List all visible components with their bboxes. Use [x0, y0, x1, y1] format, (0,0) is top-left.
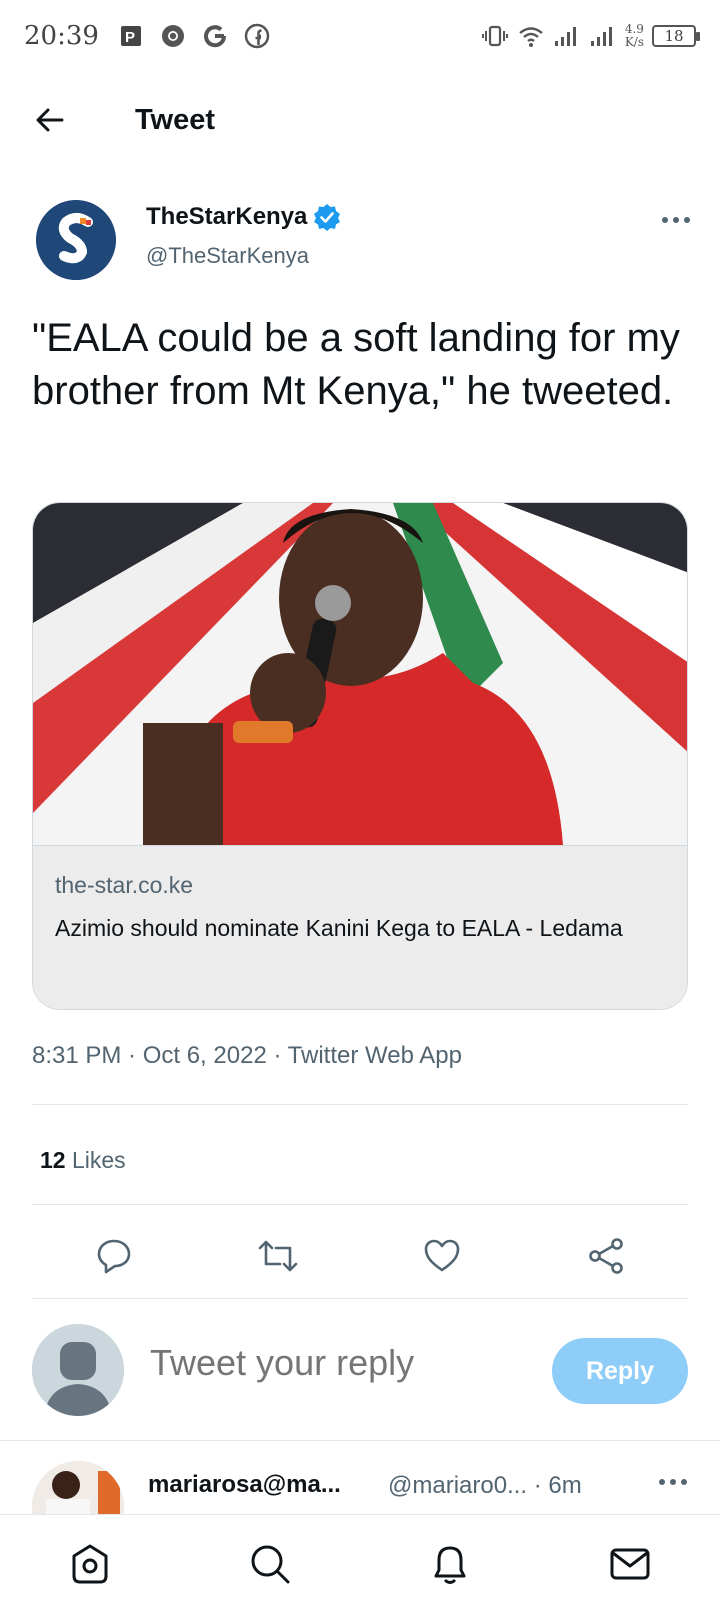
status-time: 20:39 — [24, 21, 99, 51]
author-handle[interactable]: @TheStarKenya — [146, 243, 309, 269]
messages-icon — [610, 1548, 650, 1579]
signal-icon — [553, 22, 581, 50]
network-speed-unit: K/s — [624, 35, 644, 49]
svg-text:P: P — [125, 29, 135, 46]
link-preview-card[interactable]: the-star.co.ke Azimio should nominate Ka… — [32, 502, 688, 1010]
bottom-navigation — [0, 1514, 720, 1612]
signal-icon — [589, 22, 617, 50]
like-icon — [424, 1239, 460, 1272]
share-button[interactable] — [576, 1228, 636, 1284]
avatar[interactable] — [32, 1324, 124, 1416]
vibrate-icon — [481, 22, 509, 50]
author-name-text: TheStarKenya — [146, 203, 308, 230]
card-image — [33, 503, 687, 845]
facebook-icon — [243, 22, 271, 50]
battery-icon: 18 — [652, 25, 700, 47]
likes-count: 12 — [40, 1147, 66, 1173]
nav-search[interactable] — [240, 1534, 300, 1594]
tweet-author: TheStarKenya @TheStarKenya — [36, 195, 696, 285]
verified-badge-icon — [314, 204, 341, 231]
likes-stat[interactable]: 12 Likes — [40, 1147, 126, 1174]
retweet-icon — [258, 1240, 298, 1272]
author-name[interactable]: TheStarKenya — [146, 203, 341, 231]
reply-handle-text: @mariaro0... — [388, 1472, 528, 1499]
tweet-timestamp: 8:31 PM · Oct 6, 2022 · Twitter Web App — [32, 1042, 462, 1069]
arrow-left-icon — [36, 108, 64, 132]
status-right-icons: 4.9 K/s 18 — [481, 22, 700, 50]
retweet-button[interactable] — [248, 1228, 308, 1284]
battery-level: 18 — [664, 27, 684, 45]
card-meta: the-star.co.ke Azimio should nominate Ka… — [33, 845, 687, 1009]
tweet-actions — [32, 1228, 688, 1284]
home-icon — [72, 1544, 108, 1583]
divider — [32, 1104, 688, 1105]
reply-time: · 6m — [533, 1472, 582, 1499]
more-horizontal-icon — [659, 1479, 687, 1485]
nav-notifications[interactable] — [420, 1534, 480, 1594]
reply-author-name: mariarosa@ma... — [148, 1471, 341, 1498]
app-header: Tweet — [0, 90, 720, 150]
parking-icon: P — [117, 22, 145, 50]
network-speed: 4.9 K/s — [625, 23, 644, 49]
divider — [32, 1204, 688, 1205]
search-icon — [251, 1545, 290, 1583]
reply-button[interactable] — [84, 1228, 144, 1284]
nav-messages[interactable] — [600, 1534, 660, 1594]
network-speed-value: 4.9 — [624, 22, 644, 36]
nav-home[interactable] — [60, 1534, 120, 1594]
default-user-icon — [32, 1324, 124, 1416]
card-domain: the-star.co.ke — [55, 872, 194, 898]
page-title: Tweet — [135, 103, 216, 136]
reply-icon — [97, 1239, 131, 1274]
more-horizontal-icon — [662, 217, 690, 223]
likes-label: Likes — [71, 1147, 126, 1173]
status-bar: 20:39 P 4.9 K/s 18 — [0, 0, 720, 72]
author-avatar[interactable] — [36, 200, 116, 280]
divider — [32, 1298, 688, 1299]
google-icon — [201, 22, 229, 50]
more-options-button[interactable] — [656, 205, 696, 235]
chrome-icon — [159, 22, 187, 50]
back-button[interactable] — [20, 90, 80, 150]
reply-input[interactable] — [150, 1342, 510, 1384]
reply-submit-button[interactable]: Reply — [552, 1338, 688, 1404]
reply-composer: Reply — [32, 1324, 688, 1416]
status-app-icons: P — [117, 22, 271, 50]
reply-author-handle: @mariaro0... · 6m — [388, 1472, 582, 1500]
like-button[interactable] — [412, 1228, 472, 1284]
reply-avatar[interactable] — [32, 1461, 124, 1514]
star-logo-icon — [36, 200, 116, 280]
reply-tweet[interactable]: mariarosa@ma... @mariaro0... · 6m — [0, 1440, 720, 1514]
notifications-icon — [434, 1546, 466, 1584]
share-icon — [589, 1238, 623, 1274]
wifi-icon — [517, 22, 545, 50]
card-title: Azimio should nominate Kanini Kega to EA… — [55, 915, 623, 941]
tweet-text: "EALA could be a soft landing for my bro… — [32, 316, 680, 413]
reply-more-button[interactable] — [658, 1473, 688, 1491]
